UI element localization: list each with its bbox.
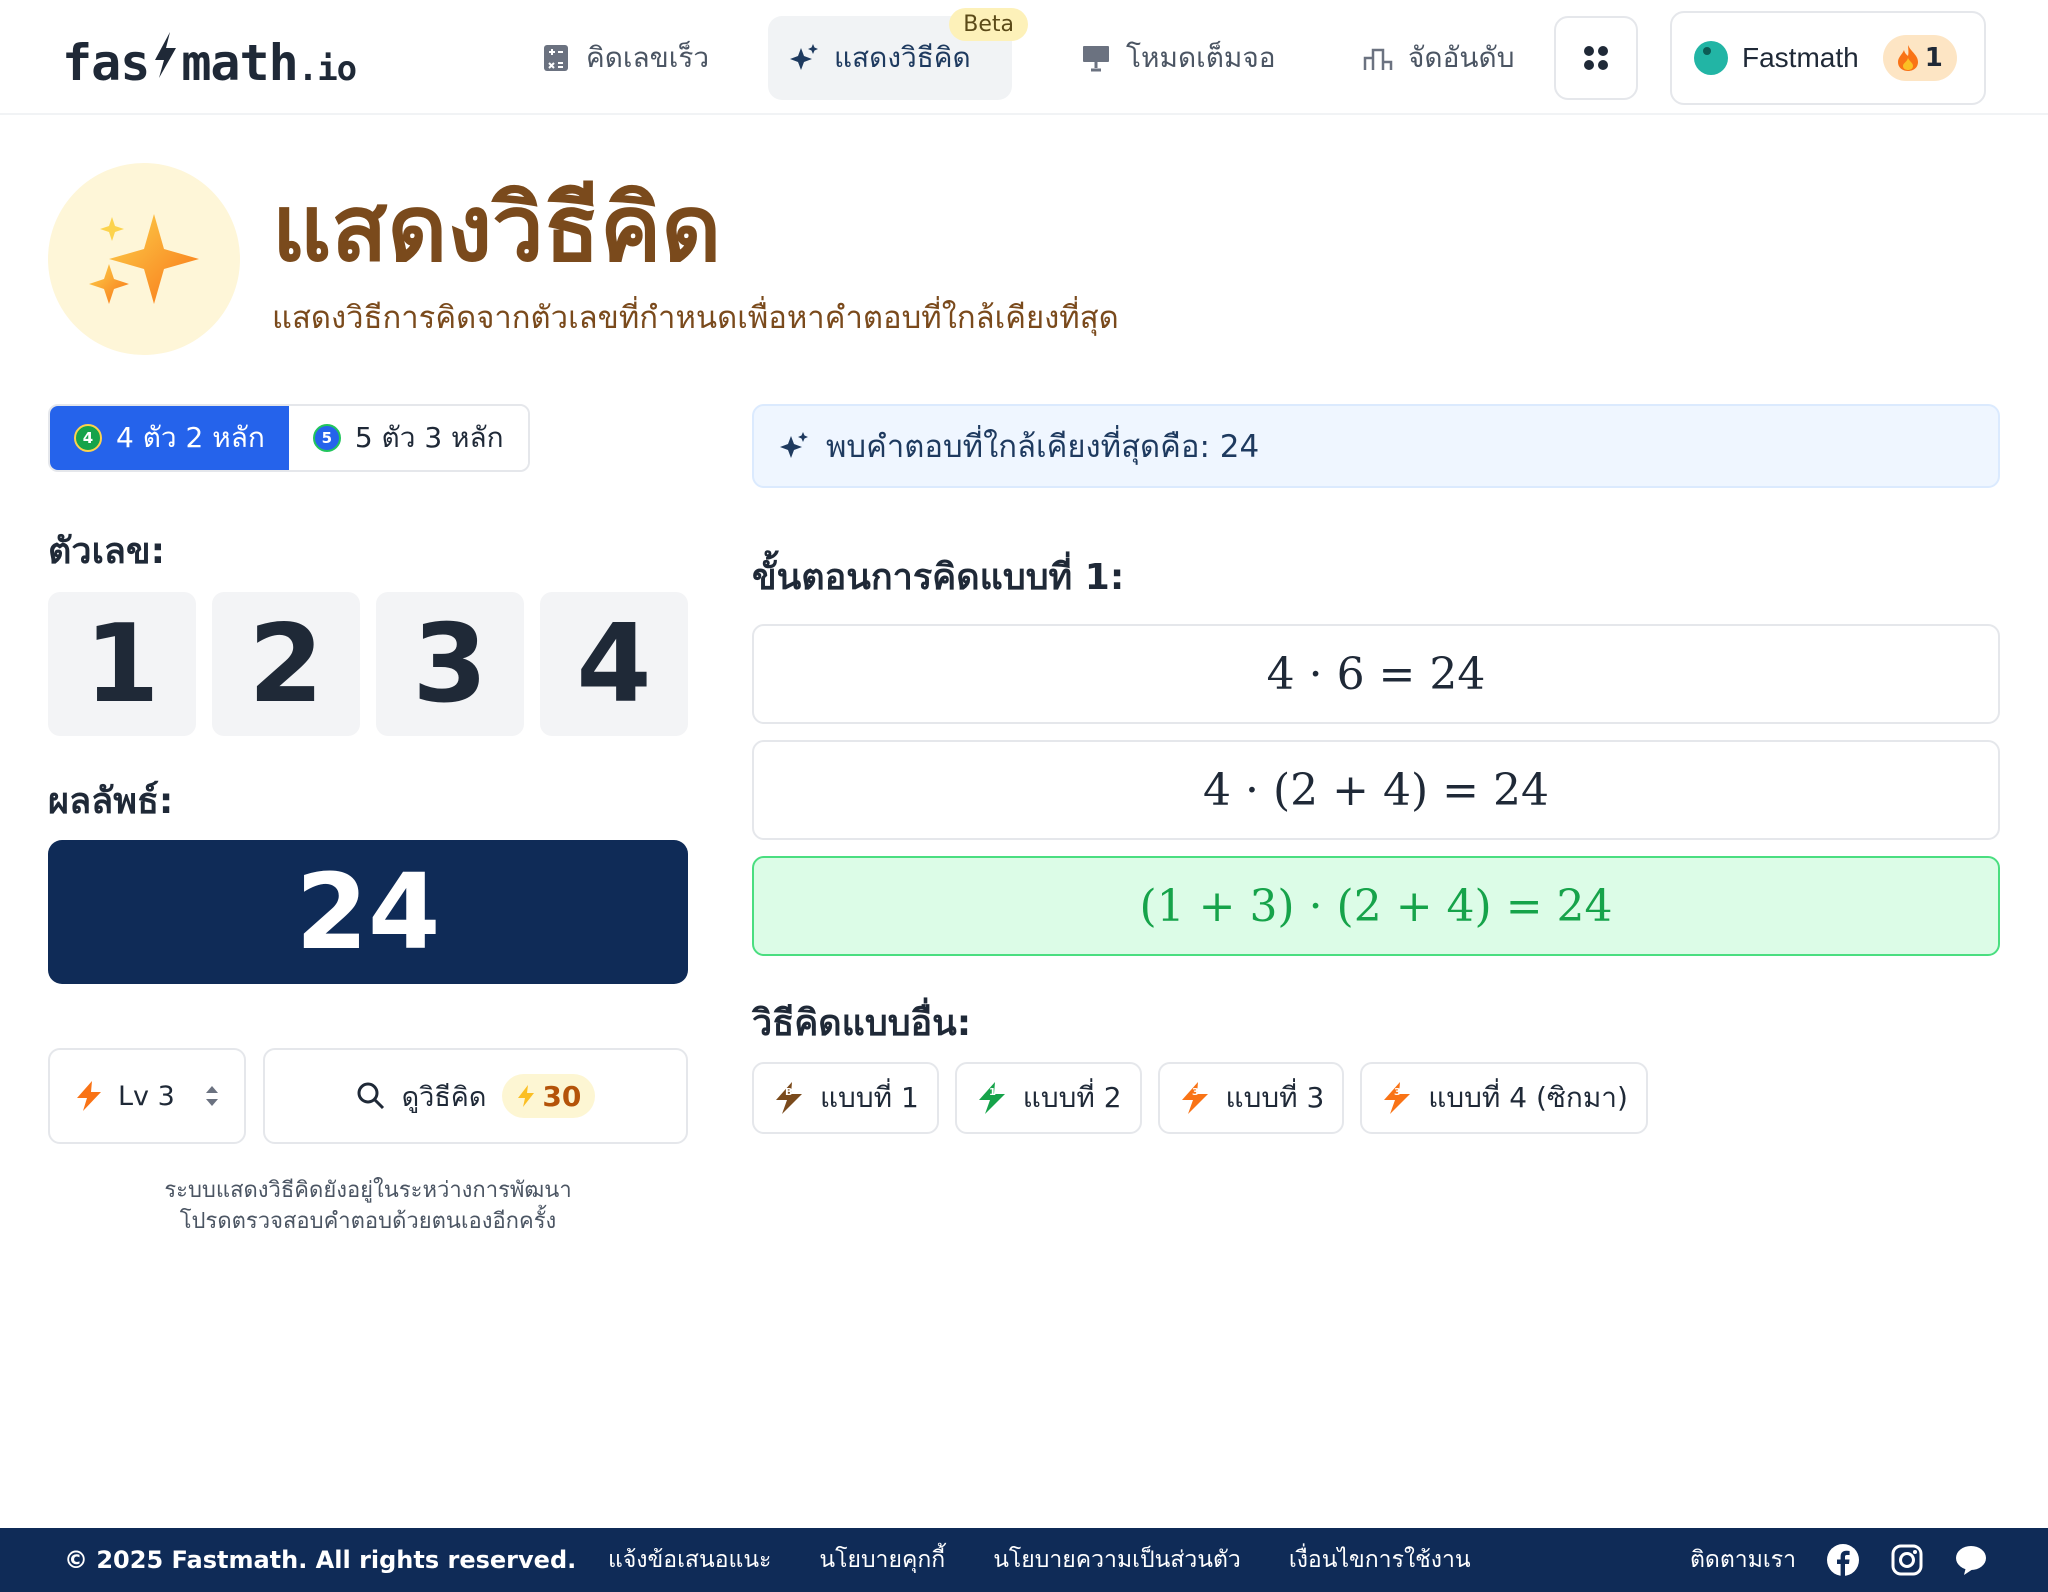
badge-bolt-icon: 1 (978, 1082, 1005, 1114)
energy-bolt-icon (518, 1085, 535, 1107)
beta-badge: Beta (949, 8, 1028, 41)
footer-link-feedback[interactable]: แจ้งข้อเสนอแนะ (608, 1542, 771, 1578)
result-value: 24 (48, 840, 688, 984)
nav-quick-calc[interactable]: คิดเลขเร็ว (520, 16, 729, 100)
streak-badge: 1 (1882, 35, 1957, 81)
page-subtitle: แสดงวิธีการคิดจากตัวเลขที่กำหนดเพื่อหาคำ… (272, 300, 1119, 336)
profile-button[interactable]: Fastmath 1 (1670, 11, 1986, 105)
apps-grid-button[interactable] (1554, 16, 1638, 100)
number-tile: 2 (212, 592, 360, 736)
view-solution-button[interactable]: ดูวิธีคิด 30 (263, 1048, 688, 1144)
cost-badge: 30 (502, 1074, 596, 1118)
development-note: ระบบแสดงวิธีคิดยังอยู่ในระหว่างการพัฒนา … (48, 1176, 688, 1238)
logo-text-main: fas (62, 34, 150, 92)
page-title: แสดงวิธีคิด (272, 175, 722, 282)
apps-grid-icon (1584, 46, 1608, 70)
badge-bolt-icon: B (776, 1082, 802, 1114)
sparkle-icon (790, 44, 818, 70)
view-solution-label: ดูวิธีคิด (401, 1081, 487, 1113)
alt-method-1-button[interactable]: B แบบที่ 1 (752, 1062, 939, 1134)
svg-text:1: 1 (989, 1087, 996, 1098)
sparkle-icon (780, 432, 808, 458)
svg-text:3: 3 (1394, 1087, 1401, 1098)
number-tile: 4 (540, 592, 688, 736)
solution-step-final: (1 + 3) · (2 + 4) = 24 (752, 856, 2000, 956)
footer: © 2025 Fastmath. All rights reserved. แจ… (0, 1528, 2048, 1592)
alt-method-4-button[interactable]: 3 แบบที่ 4 (ซิกมา) (1360, 1062, 1648, 1134)
mode-selector: 4 4 ตัว 2 หลัก 5 5 ตัว 3 หลัก (48, 404, 530, 472)
avatar (1694, 41, 1728, 75)
nav-leaderboard[interactable]: จัดอันดับ (1342, 16, 1535, 100)
nav-label: จัดอันดับ (1408, 41, 1515, 74)
chevron-up-down-icon (204, 1084, 220, 1108)
sparkles-icon (89, 214, 199, 304)
alt-method-label: แบบที่ 2 (1022, 1081, 1122, 1114)
alternatives-heading: วิธีคิดแบบอื่น: (752, 1003, 972, 1044)
copyright-text: © 2025 Fastmath. All rights reserved. (64, 1546, 577, 1574)
nav-label: แสดงวิธีคิด (834, 41, 971, 74)
badge-bolt-icon: 3 (1181, 1082, 1208, 1114)
found-answer-text: พบคำตอบที่ใกล้เคียงที่สุดคือ: 24 (826, 429, 1260, 465)
follow-label: ติดตามเรา (1690, 1547, 1797, 1573)
facebook-icon[interactable] (1826, 1543, 1860, 1577)
alt-method-3-button[interactable]: 3 แบบที่ 3 (1157, 1062, 1345, 1134)
note-line: โปรดตรวจสอบคำตอบด้วยตนเองอีกครั้ง (179, 1208, 557, 1234)
number-tile: 3 (376, 592, 524, 736)
alternative-methods: B แบบที่ 1 1 แบบที่ 2 3 แบบที่ 3 3 แบบที… (752, 1062, 1648, 1134)
mode-label: 5 ตัว 3 หลัก (354, 421, 504, 454)
top-navigation-bar: fas math .io คิดเลขเร็ว แสดงวิธีคิด Beta… (0, 0, 2048, 115)
alt-method-label: แบบที่ 4 (ซิกมา) (1428, 1081, 1628, 1114)
hero-icon-circle (48, 163, 240, 355)
logo-text-rest: math (181, 34, 298, 92)
solution-step: 4 · 6 = 24 (752, 624, 2000, 724)
mode-5-numbers[interactable]: 5 5 ตัว 3 หลัก (288, 406, 528, 470)
mode-label: 4 ตัว 2 หลัก (116, 421, 265, 454)
number-tile: 1 (48, 592, 196, 736)
nav-show-solution[interactable]: แสดงวิธีคิด Beta (768, 8, 1028, 100)
alt-method-2-button[interactable]: 1 แบบที่ 2 (954, 1062, 1142, 1134)
level-label: Lv 3 (118, 1080, 175, 1112)
streak-count: 1 (1924, 43, 1943, 73)
badge-bolt-icon: 3 (1384, 1082, 1411, 1114)
instagram-icon[interactable] (1890, 1543, 1924, 1577)
numbers-heading: ตัวเลข: (48, 531, 165, 572)
note-line: ระบบแสดงวิธีคิดยังอยู่ในระหว่างการพัฒนา (164, 1178, 572, 1203)
mode-4-numbers[interactable]: 4 4 ตัว 2 หลัก (50, 406, 289, 470)
calculator-icon (544, 45, 568, 71)
level-bolt-icon (77, 1081, 101, 1111)
result-heading: ผลลัพธ์: (48, 781, 174, 822)
mode-badge-icon: 4 (74, 424, 102, 452)
search-icon (357, 1082, 384, 1110)
presentation-icon (1083, 46, 1109, 72)
social-follow: ติดตามเรา (1690, 1542, 1988, 1578)
fastmath-logo[interactable]: fas math .io (62, 30, 357, 92)
flame-icon (1897, 45, 1918, 71)
podium-icon (1363, 48, 1393, 70)
profile-name: Fastmath (1742, 42, 1859, 73)
nav-fullscreen[interactable]: โหมดเต็มจอ (1060, 16, 1296, 100)
logo-bolt-icon (155, 32, 177, 78)
alt-method-label: แบบที่ 1 (820, 1081, 919, 1114)
line-icon[interactable] (1954, 1543, 1988, 1577)
numbers-row: 1 2 3 4 (48, 592, 688, 736)
svg-text:3: 3 (1192, 1087, 1199, 1098)
found-answer-banner: พบคำตอบที่ใกล้เคียงที่สุดคือ: 24 (752, 404, 2000, 488)
mode-badge-icon: 5 (312, 424, 341, 452)
nav-label: โหมดเต็มจอ (1126, 41, 1276, 74)
svg-text:B: B (785, 1087, 793, 1098)
nav-label: คิดเลขเร็ว (586, 41, 710, 74)
cost-value: 30 (542, 1079, 582, 1113)
steps-heading: ขั้นตอนการคิดแบบที่ 1: (752, 557, 1125, 598)
footer-links: แจ้งข้อเสนอแนะ นโยบายคุกกี้ นโยบายความเป… (608, 1542, 1471, 1578)
alt-method-label: แบบที่ 3 (1225, 1081, 1325, 1114)
level-selector[interactable]: Lv 3 (48, 1048, 246, 1144)
logo-tld: .io (297, 49, 357, 89)
solution-step: 4 · (2 + 4) = 24 (752, 740, 2000, 840)
footer-link-terms[interactable]: เงื่อนไขการใช้งาน (1289, 1542, 1471, 1578)
footer-link-cookie-policy[interactable]: นโยบายคุกกี้ (819, 1542, 945, 1578)
footer-link-privacy-policy[interactable]: นโยบายความเป็นส่วนตัว (993, 1542, 1241, 1578)
